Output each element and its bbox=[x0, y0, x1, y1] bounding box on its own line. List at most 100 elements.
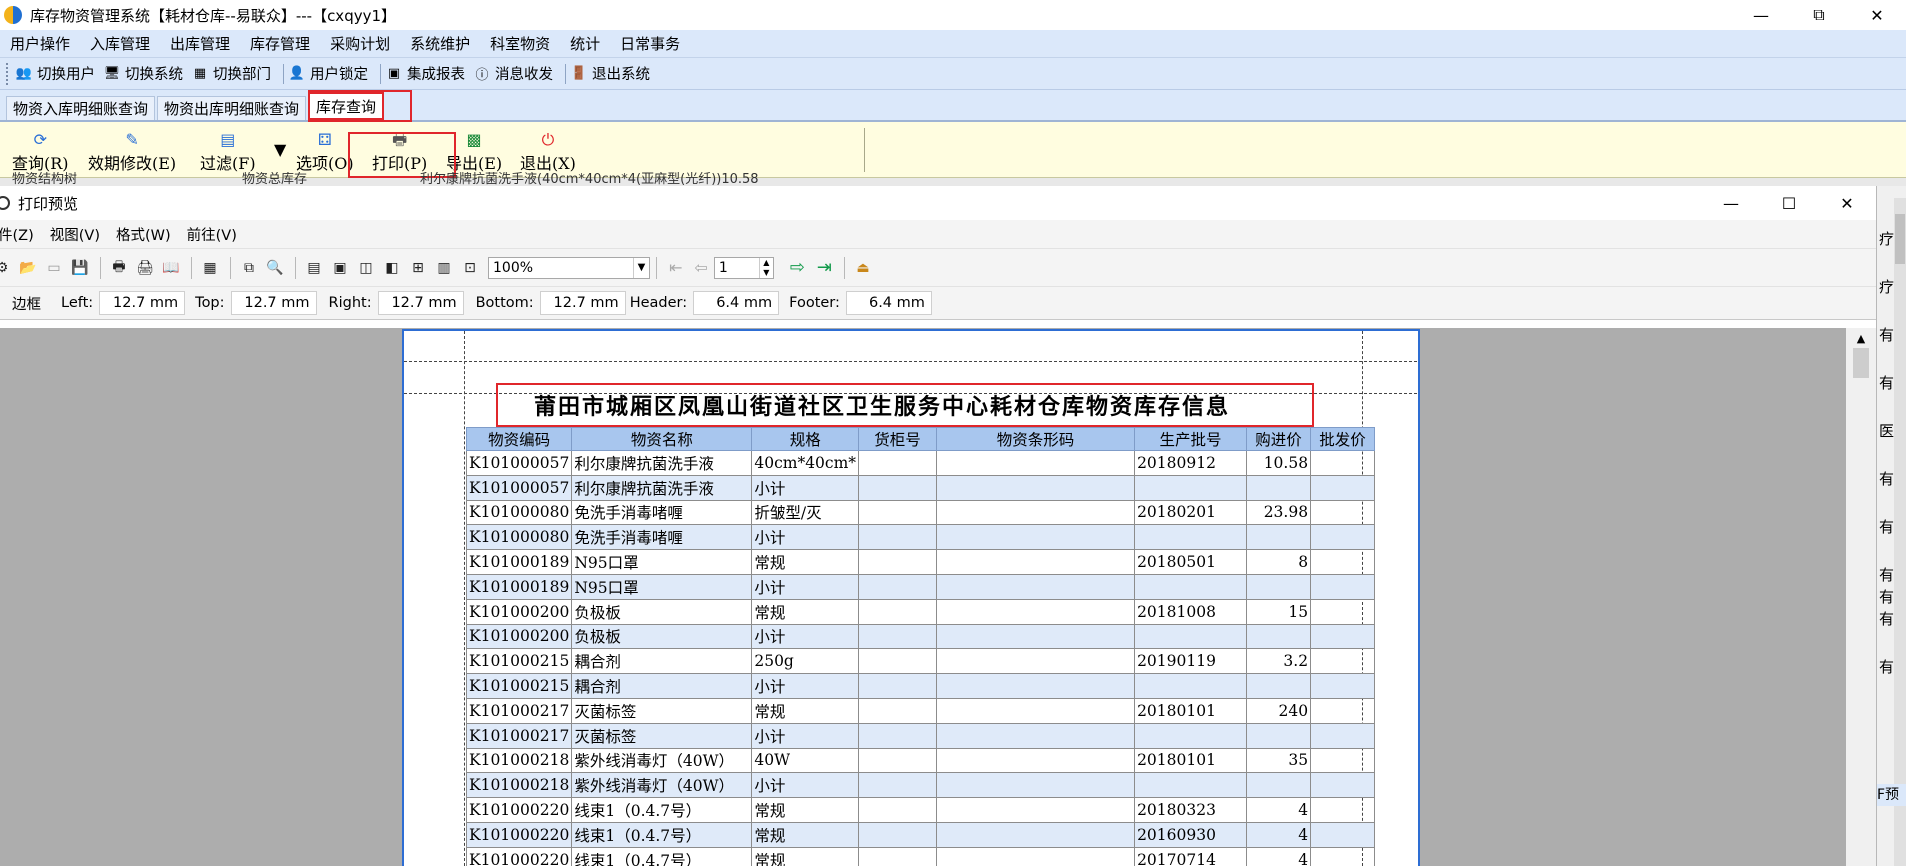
preview-maximize-button[interactable]: ☐ bbox=[1760, 186, 1818, 220]
tab-inventory-query[interactable]: 库存查询 bbox=[308, 92, 385, 120]
folder-icon[interactable]: ▭ bbox=[42, 256, 66, 280]
save-icon[interactable]: 💾 bbox=[68, 256, 92, 280]
table-cell: 20180501 bbox=[1134, 549, 1248, 575]
table-cell: K101000217 bbox=[465, 722, 573, 749]
table-cell: 耦合剂 bbox=[571, 673, 753, 699]
scroll-up-icon[interactable]: ▲ bbox=[1853, 332, 1869, 348]
menu-goto[interactable]: 前往(V) bbox=[179, 224, 245, 245]
menu-outbound[interactable]: 出库管理 bbox=[160, 33, 240, 54]
prev-page-icon[interactable]: ⇦ bbox=[694, 258, 707, 277]
menu-statistics[interactable]: 统计 bbox=[560, 33, 610, 54]
expiry-edit-button[interactable]: ✎ 效期修改(E) bbox=[88, 130, 176, 174]
table-cell: K101000189 bbox=[465, 573, 573, 600]
switch-user-button[interactable]: 👥 切换用户 bbox=[15, 63, 95, 84]
tab-inbound-detail[interactable]: 物资入库明细账查询 bbox=[6, 96, 156, 120]
header-margin-field[interactable]: 6.4 mm bbox=[693, 291, 780, 315]
query-button[interactable]: ⟳ 查询(R) bbox=[12, 130, 69, 174]
bg-vertical-scrollbar[interactable] bbox=[1894, 198, 1906, 866]
last-page-icon[interactable]: ⇥ bbox=[817, 257, 832, 278]
exit-system-label: 退出系统 bbox=[592, 67, 650, 83]
open-folder-icon[interactable]: 📂 bbox=[16, 256, 40, 280]
menu-daily-affairs[interactable]: 日常事务 bbox=[610, 33, 690, 54]
filter-icon: ▤ bbox=[220, 130, 236, 149]
tab-outbound-detail[interactable]: 物资出库明细账查询 bbox=[157, 96, 307, 120]
table-cell: K101000200 bbox=[465, 623, 573, 650]
chevron-down-icon[interactable]: ▼ bbox=[633, 257, 649, 278]
table-row: K101000189 N95口罩 常规 20180501 8 bbox=[465, 549, 1376, 575]
table-cell: 紫外线消毒灯（40W） bbox=[571, 772, 753, 799]
filter-dropdown-button[interactable]: ▼ bbox=[274, 140, 286, 160]
page-layout-3-icon[interactable]: ◫ bbox=[354, 256, 378, 280]
integrated-report-button[interactable]: ▣ 集成报表 bbox=[385, 63, 465, 84]
next-page-icon[interactable]: ⇨ bbox=[790, 257, 805, 278]
book-icon[interactable]: 📖 bbox=[159, 256, 183, 280]
print-icon[interactable]: 🖶 bbox=[107, 256, 131, 280]
first-page-icon[interactable]: ⇤ bbox=[669, 258, 682, 277]
menu-view[interactable]: 视图(V) bbox=[42, 224, 108, 245]
page-layout-2-icon[interactable]: ▣ bbox=[328, 256, 352, 280]
switch-system-button[interactable]: 🖥 切换系统 bbox=[103, 63, 183, 84]
info-icon: ⓘ bbox=[475, 68, 489, 83]
menu-format[interactable]: 格式(W) bbox=[108, 224, 179, 245]
left-margin-field[interactable]: 12.7 mm bbox=[99, 291, 186, 315]
restore-button[interactable]: ⧉ bbox=[1790, 0, 1848, 30]
two-pages-icon[interactable]: ◧ bbox=[380, 256, 404, 280]
gear-icon[interactable]: ⚙ bbox=[0, 256, 14, 280]
menu-dept-supplies[interactable]: 科室物资 bbox=[480, 33, 560, 54]
messages-button[interactable]: ⓘ 消息收发 bbox=[473, 63, 553, 84]
close-button[interactable]: ✕ bbox=[1848, 0, 1906, 30]
page-number-input[interactable]: 1 ▲ ▼ bbox=[713, 256, 774, 279]
table-cell: K101000220 bbox=[465, 821, 573, 848]
quick-print-icon[interactable]: 🖨 bbox=[133, 256, 157, 280]
table-cell: 10.58 bbox=[1246, 450, 1312, 476]
minimize-button[interactable]: — bbox=[1732, 0, 1790, 30]
table-cell: 20180912 bbox=[1134, 450, 1248, 476]
preview-vertical-scrollbar[interactable]: ▲ bbox=[1846, 328, 1876, 866]
preview-scroll-thumb[interactable] bbox=[1853, 348, 1869, 378]
menu-inventory[interactable]: 库存管理 bbox=[240, 33, 320, 54]
toolbar-grip[interactable] bbox=[6, 62, 9, 85]
exit-preview-icon[interactable]: ⏏ bbox=[851, 256, 875, 280]
top-margin-field[interactable]: 12.7 mm bbox=[230, 291, 317, 315]
menu-inbound[interactable]: 入库管理 bbox=[80, 33, 160, 54]
right-margin-field[interactable]: 12.7 mm bbox=[377, 291, 464, 315]
preview-close-button[interactable]: ✕ bbox=[1818, 186, 1876, 220]
user-lock-button[interactable]: 👤 用户锁定 bbox=[288, 63, 368, 84]
exit-label: 退出(X) bbox=[520, 154, 576, 173]
thumbnails-icon[interactable]: ⊡ bbox=[458, 256, 482, 280]
four-pages-icon[interactable]: ⊞ bbox=[406, 256, 430, 280]
find-icon[interactable]: 🔍 bbox=[263, 256, 287, 280]
options-label: 选项(O) bbox=[296, 154, 354, 173]
table-cell bbox=[1310, 598, 1376, 625]
multi-pages-icon[interactable]: ▥ bbox=[432, 256, 456, 280]
bg-scroll-thumb[interactable] bbox=[1895, 214, 1905, 264]
menu-user-ops[interactable]: 用户操作 bbox=[0, 33, 80, 54]
exit-system-button[interactable]: 🚪 退出系统 bbox=[570, 63, 650, 84]
table-cell bbox=[936, 474, 1136, 501]
grid-icon[interactable]: ▦ bbox=[198, 256, 222, 280]
table-cell: 250g bbox=[751, 648, 860, 675]
copy-icon[interactable]: ⧉ bbox=[237, 256, 261, 280]
table-cell: 20180201 bbox=[1134, 499, 1248, 526]
integrated-report-label: 集成报表 bbox=[407, 67, 465, 83]
filter-label: 过滤(F) bbox=[200, 154, 256, 173]
top-margin-label: Top: bbox=[195, 295, 225, 311]
bottom-margin-field[interactable]: 12.7 mm bbox=[539, 291, 626, 315]
options-button[interactable]: ⚃ 选项(O) bbox=[296, 130, 354, 174]
menu-purchase-plan[interactable]: 采购计划 bbox=[320, 33, 400, 54]
exit-button[interactable]: ⏻ 退出(X) bbox=[520, 130, 576, 174]
preview-minimize-button[interactable]: — bbox=[1702, 186, 1760, 220]
switch-dept-button[interactable]: ▦ 切换部门 bbox=[191, 63, 271, 84]
menu-system-maint[interactable]: 系统维护 bbox=[400, 33, 480, 54]
table-cell: 常规 bbox=[751, 797, 860, 823]
footer-margin-field[interactable]: 6.4 mm bbox=[845, 291, 932, 315]
zoom-select[interactable]: 100% ▼ bbox=[488, 256, 650, 279]
filter-button[interactable]: ▤ 过滤(F) bbox=[200, 130, 256, 174]
menu-file[interactable]: 件(Z) bbox=[0, 224, 42, 245]
toolbar-separator bbox=[230, 256, 231, 279]
toolbar-separator bbox=[380, 63, 381, 84]
page-layout-1-icon[interactable]: ▤ bbox=[302, 256, 326, 280]
preview-canvas: 莆田市城厢区凤凰山街道社区卫生服务中心耗材仓库物资库存信息 物资编码 物资名称 规格… bbox=[0, 328, 1876, 866]
page-spinner[interactable]: ▲ ▼ bbox=[758, 257, 773, 278]
toolbar-separator bbox=[100, 256, 101, 279]
